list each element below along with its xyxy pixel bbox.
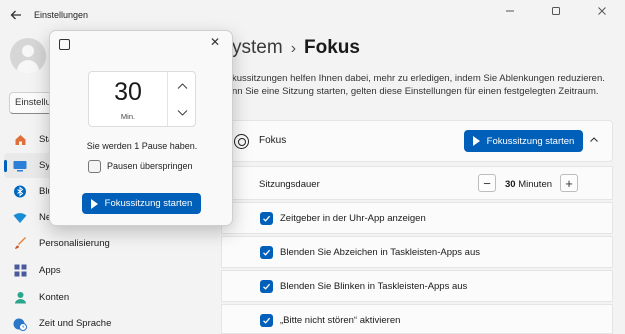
start-focus-session-label: Fokussitzung starten [486, 135, 575, 147]
chevron-down-icon [177, 109, 187, 116]
focus-card-header[interactable]: Fokus Fokussitzung starten [221, 120, 613, 162]
plus-icon: + [565, 175, 573, 191]
maximize-icon [552, 7, 560, 15]
chevron-up-icon [177, 82, 187, 89]
duration-unit: Minuten [518, 179, 553, 190]
checkmark-icon [263, 317, 271, 324]
minus-icon: − [483, 175, 491, 191]
close-icon [598, 7, 606, 15]
show-timer-checkbox[interactable] [260, 212, 273, 225]
app-title: Einstellungen [34, 10, 89, 20]
duration-number: 30 [505, 179, 516, 190]
close-flyout-button[interactable]: ✕ [210, 35, 220, 49]
play-icon [90, 198, 98, 209]
session-duration-row: Sitzungsdauer − 30 Minuten + [221, 166, 613, 200]
sidebar-item-label: Konten [39, 292, 70, 303]
skip-breaks-checkbox[interactable] [88, 160, 101, 173]
description-line: nn Sie eine Sitzung starten, gelten dies… [232, 86, 599, 97]
duration-value: 30 Minuten [505, 179, 552, 190]
checkmark-icon [263, 215, 271, 222]
start-focus-session-button[interactable]: Fokussitzung starten [464, 130, 583, 152]
do-not-disturb-label: „Bitte nicht stören“ aktivieren [280, 315, 401, 326]
title-bar: Einstellungen [0, 0, 625, 30]
skip-breaks-label: Pausen überspringen [107, 161, 193, 171]
globe-clock-icon [13, 317, 27, 331]
maximize-button[interactable] [533, 0, 579, 22]
option-row[interactable]: „Bitte nicht stören“ aktivieren [221, 304, 613, 334]
hide-flashing-checkbox[interactable] [260, 280, 273, 293]
close-window-button[interactable] [579, 0, 625, 22]
page-description: kussitzungen helfen Ihnen dabei, mehr zu… [232, 72, 612, 98]
minimize-icon [506, 10, 514, 12]
option-row[interactable]: Zeitgeber in der Uhr-App anzeigen [221, 202, 613, 234]
wifi-icon [13, 211, 27, 225]
option-row[interactable]: Blenden Sie Blinken in Taskleisten-Apps … [221, 270, 613, 302]
system-icon [13, 159, 27, 173]
timer-increase-button[interactable] [168, 72, 196, 99]
breadcrumb: ystem › Fokus [232, 37, 360, 59]
focus-icon [234, 134, 249, 149]
description-line: kussitzungen helfen Ihnen dabei, mehr zu… [232, 73, 605, 84]
checkmark-icon [263, 249, 271, 256]
breadcrumb-separator: › [290, 40, 297, 57]
arrow-left-icon [10, 10, 21, 20]
flyout-start-focus-label: Fokussitzung starten [104, 198, 193, 209]
sidebar-item-accounts[interactable]: Konten [4, 285, 216, 310]
sidebar-item-label: Personalisierung [39, 238, 110, 249]
timer-decrease-button[interactable] [168, 99, 196, 126]
sidebar-item-apps[interactable]: Apps [4, 258, 216, 283]
focus-card-title: Fokus [259, 135, 287, 146]
sidebar-item-time-language[interactable]: Zeit und Sprache [4, 311, 216, 334]
session-duration-label: Sitzungsdauer [259, 179, 320, 190]
avatar[interactable] [10, 38, 46, 74]
play-icon [472, 136, 480, 146]
focus-flyout: ✕ 30 Min. Sie werden 1 Pause haben. Paus… [49, 30, 233, 226]
timer-picker[interactable]: 30 Min. [88, 71, 196, 127]
page-title: Fokus [304, 37, 360, 58]
back-button[interactable] [2, 1, 30, 29]
hide-badges-label: Blenden Sie Abzeichen in Taskleisten-App… [280, 247, 480, 258]
breaks-info: Sie werden 1 Pause haben. [86, 141, 198, 151]
home-icon [13, 133, 27, 147]
minimize-button[interactable] [487, 0, 533, 22]
focus-window-icon [59, 39, 70, 50]
bluetooth-icon [13, 185, 27, 199]
timer-value[interactable]: 30 [89, 78, 167, 107]
apps-icon [13, 264, 27, 278]
decrease-duration-button[interactable]: − [478, 174, 496, 192]
hide-badges-checkbox[interactable] [260, 246, 273, 259]
timer-unit: Min. [120, 112, 136, 121]
sidebar-item-label: Zeit und Sprache [39, 318, 112, 329]
increase-duration-button[interactable]: + [560, 174, 578, 192]
chevron-up-icon[interactable] [589, 135, 599, 148]
sidebar-item-personalization[interactable]: Personalisierung [4, 231, 216, 256]
breadcrumb-system[interactable]: ystem [232, 37, 283, 58]
option-row[interactable]: Blenden Sie Abzeichen in Taskleisten-App… [221, 236, 613, 268]
show-timer-label: Zeitgeber in der Uhr-App anzeigen [280, 213, 426, 224]
do-not-disturb-checkbox[interactable] [260, 314, 273, 327]
checkmark-icon [263, 283, 271, 290]
accounts-icon [13, 291, 27, 305]
flyout-start-focus-button[interactable]: Fokussitzung starten [82, 193, 201, 214]
brush-icon [13, 237, 27, 251]
window-controls [487, 0, 625, 22]
hide-flashing-label: Blenden Sie Blinken in Taskleisten-Apps … [280, 281, 468, 292]
sidebar-item-label: Apps [39, 265, 61, 276]
